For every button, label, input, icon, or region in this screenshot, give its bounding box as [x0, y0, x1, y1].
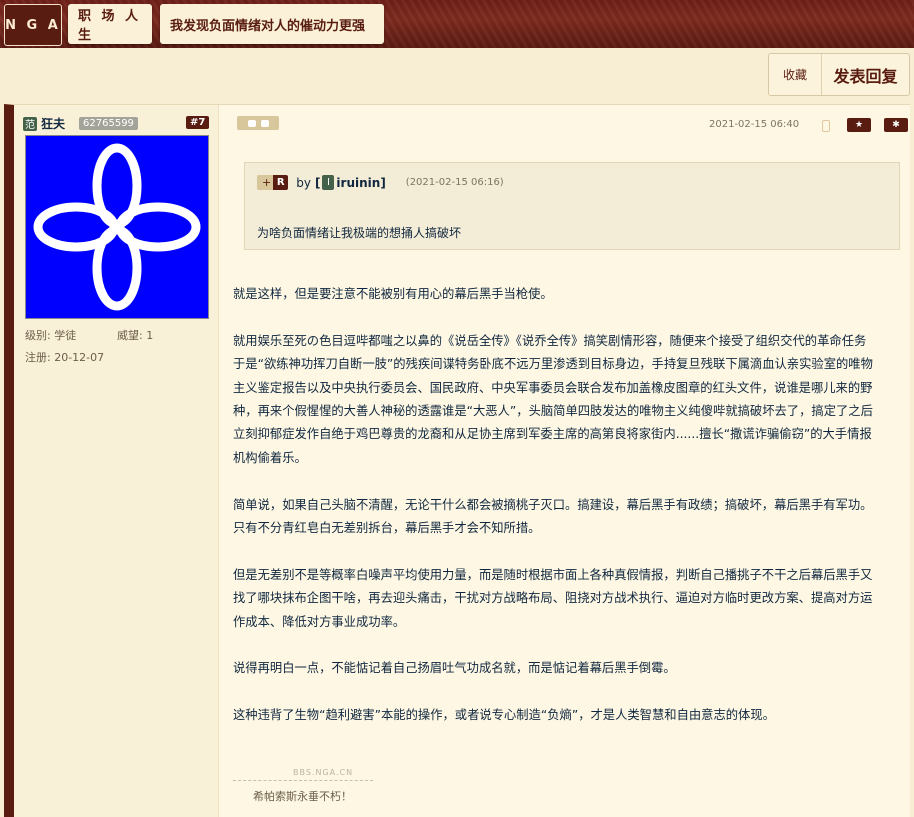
post-paragraph: 简单说，如果自己头脑不清醒，无论干什么都会被摘桃子灭口。搞建设，幕后黑手有政绩；…: [233, 497, 873, 536]
gear-icon[interactable]: ✱: [884, 118, 908, 132]
mobile-icon: [822, 120, 830, 132]
breadcrumb-forum[interactable]: 职 场 人 生: [68, 4, 152, 44]
quote-user-initial: I: [322, 175, 335, 190]
quote-by: by: [296, 175, 311, 190]
user-id-badge[interactable]: 62765599: [79, 117, 138, 130]
post-paragraph: 这种违背了生物“趋利避害”本能的操作，或者说专心制造“负熵”，才是人类智慧和自由…: [233, 708, 775, 723]
reply-badge[interactable]: R: [273, 175, 289, 190]
quote-header: + R by [ I iruinin ] (2021-02-15 06:16): [257, 175, 504, 190]
post-body: 就是这样，但是要注意不能被别有用心的幕后黑手当枪使。 就用娱乐至死の色目逗哔都嗤…: [233, 283, 913, 751]
thumbs-up-icon[interactable]: [247, 119, 256, 127]
clover-avatar-icon: [33, 143, 201, 311]
avatar[interactable]: [25, 135, 209, 319]
quote-username-link[interactable]: iruinin: [336, 176, 380, 190]
signature: 希帕索斯永垂不朽！: [253, 790, 352, 803]
post-date: 2021-02-15 06:40: [709, 119, 800, 130]
level-value: 学徒: [54, 329, 77, 342]
quote-date: (2021-02-15 06:16): [405, 177, 504, 188]
quote-block: + R by [ I iruinin ] (2021-02-15 06:16) 为…: [244, 162, 900, 250]
breadcrumb-thread[interactable]: 我发现负面情绪对人的催动力更强: [160, 4, 384, 44]
floor-number[interactable]: #7: [186, 116, 210, 129]
thumbs-down-icon[interactable]: [260, 119, 269, 127]
quote-text: 为啥负面情绪让我极端的想捅人搞破坏: [257, 226, 462, 240]
post-content: 2021-02-15 06:40 ★ ✱ + R by [ I iruinin ]…: [233, 105, 913, 817]
user-initial-badge: 范: [23, 116, 37, 131]
signature-divider: [233, 780, 373, 781]
user-info-panel: 范 狂夫 62765599 #7 级别: 学徒 威望: 1 注册: 20-12-…: [14, 105, 219, 817]
user-level: 级别: 学徒: [25, 329, 77, 342]
star-icon[interactable]: ★: [847, 118, 871, 132]
quote-expand-button[interactable]: +: [257, 175, 274, 190]
reply-button[interactable]: 发表回复: [822, 54, 909, 95]
post-paragraph: 就是这样，但是要注意不能被别有用心的幕后黑手当枪使。: [233, 287, 553, 301]
favorite-button[interactable]: 收藏: [769, 54, 822, 95]
post-container: 范 狂夫 62765599 #7 级别: 学徒 威望: 1 注册: 20-12-…: [4, 104, 910, 817]
post-paragraph: 就用娱乐至死の色目逗哔都嗤之以鼻的《说岳全传》《说乔全传》搞笑剧情形容，随便来个…: [233, 333, 873, 465]
thread-actions: 收藏 发表回复: [768, 53, 910, 96]
nga-logo[interactable]: N G A: [4, 4, 62, 46]
like-dislike-buttons[interactable]: [237, 116, 279, 130]
post-paragraph: 说得再明白一点，不能惦记着自己扬眉吐气功成名就，而是惦记着幕后黑手倒霉。: [233, 661, 676, 676]
post-paragraph: 但是无差别不是等概率白噪声平均使用力量，而是随时根据市面上各种真假情报，判断自己…: [233, 567, 873, 629]
username-link[interactable]: 狂夫: [41, 115, 65, 132]
user-header: 范 狂夫 62765599: [23, 115, 138, 132]
prestige-value: 1: [146, 329, 154, 342]
user-prestige: 威望: 1: [117, 329, 154, 342]
registered-value: 20-12-07: [54, 351, 105, 364]
watermark: BBS.NGA.CN: [293, 768, 354, 777]
user-registered: 注册: 20-12-07: [25, 351, 105, 364]
